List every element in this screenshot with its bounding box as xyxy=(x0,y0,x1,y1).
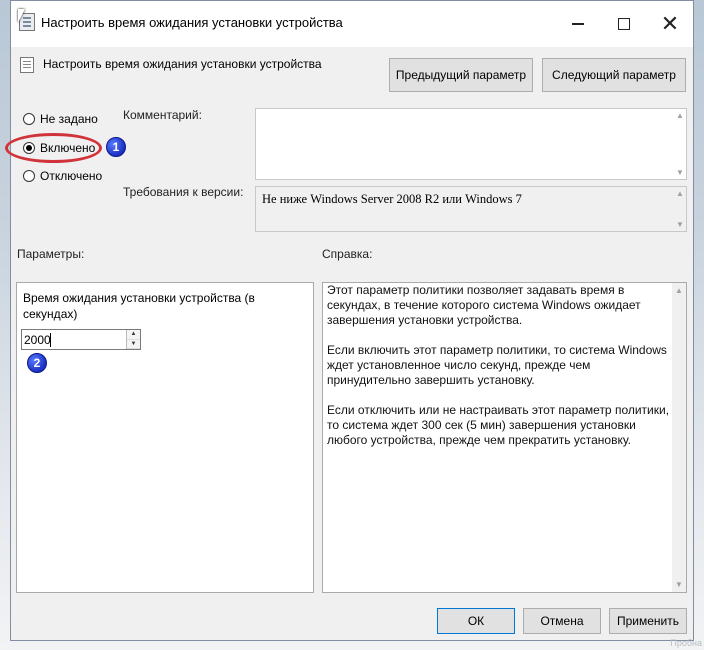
ok-button[interactable]: ОК xyxy=(437,608,515,634)
close-button[interactable]: ✕ xyxy=(647,1,693,47)
setting-title: Настроить время ожидания установки устро… xyxy=(43,57,322,71)
step-badge-2: 2 xyxy=(27,353,47,373)
spinner-buttons[interactable]: ▲ ▼ xyxy=(126,330,140,349)
params-label: Параметры: xyxy=(17,247,85,261)
minimize-icon xyxy=(572,23,584,25)
text-caret xyxy=(50,333,51,347)
help-paragraph: Если включить этот параметр политики, то… xyxy=(327,343,667,387)
next-setting-button[interactable]: Следующий параметр xyxy=(542,58,686,92)
mouse-cursor-icon xyxy=(18,9,25,23)
cancel-button[interactable]: Отмена xyxy=(523,608,601,634)
radio-circle[interactable] xyxy=(23,170,35,182)
radio-not-configured[interactable]: Не задано xyxy=(23,112,98,126)
maximize-icon xyxy=(618,18,630,30)
help-paragraph: Этот параметр политики позволяет задават… xyxy=(327,283,641,327)
spin-up-icon[interactable]: ▲ xyxy=(127,330,140,340)
close-icon: ✕ xyxy=(660,11,680,36)
scroll-up-icon[interactable]: ▲ xyxy=(676,111,684,120)
timeout-input[interactable]: 2000 xyxy=(24,333,51,347)
comment-label: Комментарий: xyxy=(123,108,202,122)
setting-icon xyxy=(20,57,34,73)
comment-textarea[interactable]: ▲ ▼ xyxy=(255,108,687,180)
step-badge-1: 1 xyxy=(106,137,126,157)
scroll-down-icon[interactable]: ▼ xyxy=(676,220,684,229)
timeout-field-label: Время ожидания установки устройства (в с… xyxy=(23,291,255,321)
help-label: Справка: xyxy=(322,247,373,261)
comment-scrollbar[interactable]: ▲ ▼ xyxy=(674,109,686,179)
requirements-box: Не ниже Windows Server 2008 R2 или Windo… xyxy=(255,186,687,232)
policy-dialog-window: Настроить время ожидания установки устро… xyxy=(5,0,694,641)
help-scrollbar[interactable]: ▲ ▼ xyxy=(672,283,686,592)
maximize-button[interactable] xyxy=(601,1,647,47)
radio-label: Отключено xyxy=(40,169,103,183)
help-panel: Этот параметр политики позволяет задават… xyxy=(322,282,687,593)
params-panel: Время ожидания установки устройства (в с… xyxy=(16,282,314,593)
radio-label: Не задано xyxy=(40,112,98,126)
highlight-oval-annotation xyxy=(5,133,102,163)
timeout-spinner[interactable]: 2000 ▲ ▼ xyxy=(21,329,141,350)
desktop-watermark: Пробна xyxy=(670,638,702,648)
radio-circle[interactable] xyxy=(23,113,35,125)
minimize-button[interactable] xyxy=(555,1,601,47)
scroll-up-icon[interactable]: ▲ xyxy=(676,189,684,198)
requirements-label: Требования к версии: xyxy=(123,185,244,199)
window-title: Настроить время ожидания установки устро… xyxy=(41,15,343,30)
requirements-text: Не ниже Windows Server 2008 R2 или Windo… xyxy=(262,192,522,206)
requirements-scrollbar[interactable]: ▲ ▼ xyxy=(674,187,686,231)
title-bar: Настроить время ожидания установки устро… xyxy=(11,1,693,47)
scroll-down-icon[interactable]: ▼ xyxy=(675,580,683,589)
radio-disabled[interactable]: Отключено xyxy=(23,169,102,183)
scroll-down-icon[interactable]: ▼ xyxy=(676,168,684,177)
help-text: Этот параметр политики позволяет задават… xyxy=(327,283,670,463)
spin-down-icon[interactable]: ▼ xyxy=(127,339,140,349)
scroll-up-icon[interactable]: ▲ xyxy=(675,286,683,295)
help-paragraph: Если отключить или не настраивать этот п… xyxy=(327,403,670,447)
previous-setting-button[interactable]: Предыдущий параметр xyxy=(389,58,533,92)
apply-button[interactable]: Применить xyxy=(609,608,687,634)
